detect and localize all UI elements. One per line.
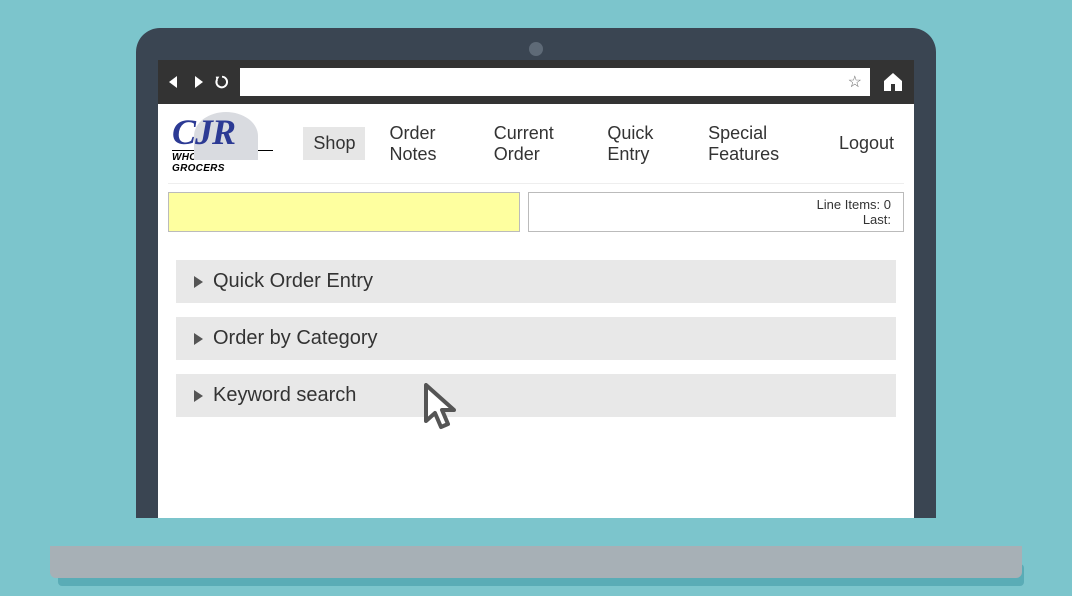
camera-dot [529,42,543,56]
nav-buttons [166,74,230,90]
laptop-base [50,546,1022,578]
nav-menu: Shop Order Notes Current Order Quick Ent… [303,117,904,171]
line-items-text: Line Items: 0 [817,197,891,212]
accordion-order-by-category[interactable]: Order by Category [176,317,896,360]
nav-quick-entry[interactable]: Quick Entry [597,117,684,171]
chevron-right-icon [194,390,203,402]
chevron-right-icon [194,333,203,345]
nav-logout[interactable]: Logout [829,127,904,160]
browser-toolbar: ☆ [158,60,914,104]
info-bar: Line Items: 0 Last: [168,192,904,232]
home-button[interactable] [880,69,906,95]
forward-button[interactable] [190,74,206,90]
nav-shop[interactable]: Shop [303,127,365,160]
accordion-label: Quick Order Entry [213,270,373,293]
refresh-button[interactable] [214,74,230,90]
back-button[interactable] [166,74,182,90]
bookmark-star-icon[interactable]: ☆ [848,72,862,92]
accordion-keyword-search[interactable]: Keyword search [176,374,896,417]
accordion: Quick Order Entry Order by Category Keyw… [168,260,904,417]
accordion-label: Keyword search [213,384,356,407]
page-content: CJR WHOLESALE GROCERS Shop Order Notes C… [158,104,914,518]
accordion-label: Order by Category [213,327,378,350]
nav-special-features[interactable]: Special Features [698,117,815,171]
logo-main: CJR [172,114,273,150]
logo: CJR WHOLESALE GROCERS [172,114,273,174]
last-text: Last: [863,212,891,227]
search-input[interactable] [168,192,520,232]
nav-order-notes[interactable]: Order Notes [379,117,469,171]
url-bar[interactable]: ☆ [240,68,870,96]
chevron-right-icon [194,276,203,288]
header: CJR WHOLESALE GROCERS Shop Order Notes C… [168,104,904,184]
laptop-shell: ☆ CJR WHOLESALE GROCERS Shop Order Notes [136,28,936,518]
accordion-quick-order-entry[interactable]: Quick Order Entry [176,260,896,303]
status-box: Line Items: 0 Last: [528,192,904,232]
screen: ☆ CJR WHOLESALE GROCERS Shop Order Notes [158,60,914,518]
logo-main-text: CJR [172,112,235,152]
nav-current-order[interactable]: Current Order [484,117,584,171]
